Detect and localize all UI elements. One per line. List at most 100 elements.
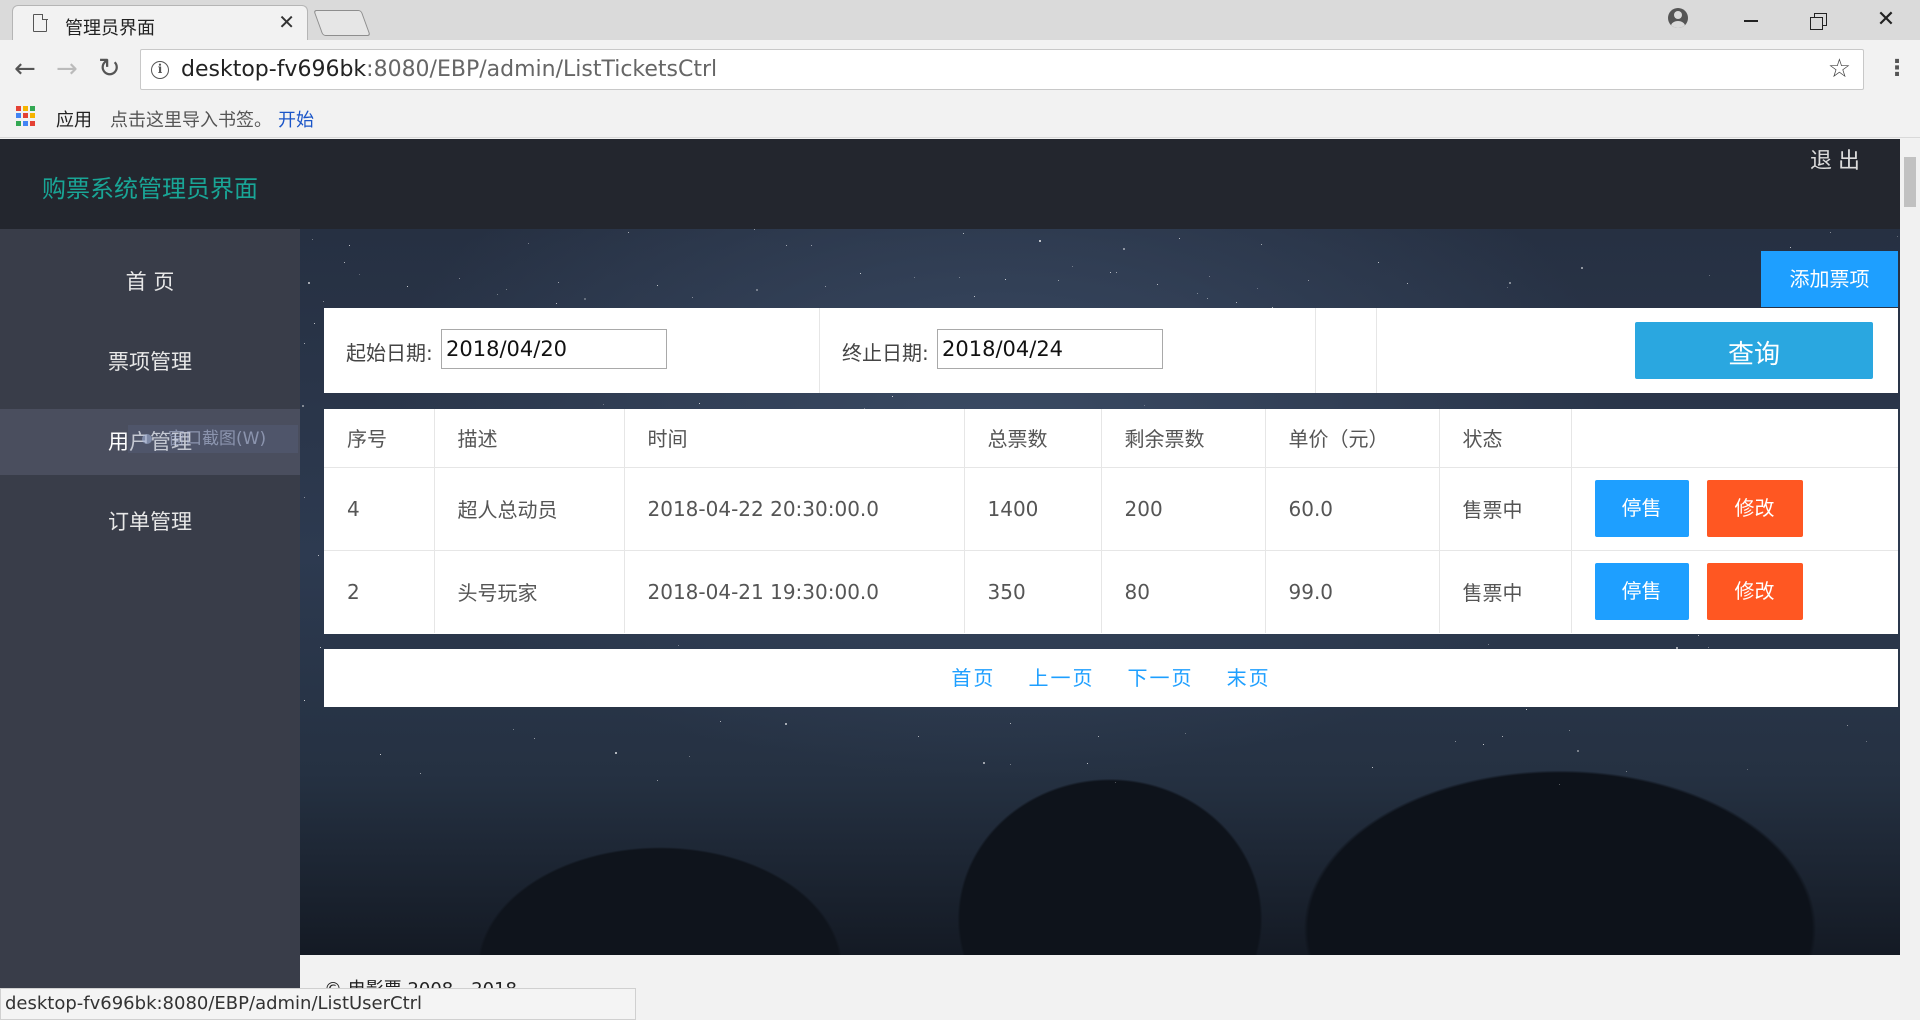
star-dot	[689, 756, 690, 757]
star-dot	[420, 773, 421, 774]
pager-prev[interactable]: 上一页	[1028, 666, 1094, 690]
star-dot	[349, 245, 350, 246]
star-dot	[756, 289, 758, 291]
url-text[interactable]: desktop-fv696bk:8080/EBP/admin/ListTicke…	[181, 57, 717, 82]
new-tab-button[interactable]	[313, 10, 371, 36]
apps-grid-icon[interactable]	[16, 106, 36, 126]
star-dot	[785, 723, 787, 725]
star-dot	[1098, 736, 1099, 737]
star-dot	[811, 245, 812, 246]
browser-tab-strip: 管理员界面 ✕ ✕	[0, 0, 1920, 40]
col-header-remain: 剩余票数	[1101, 409, 1266, 468]
star-dot	[1207, 298, 1208, 299]
menu-dots-icon[interactable]: ⋮	[1886, 54, 1908, 84]
end-date-label: 终止日期:	[842, 341, 929, 365]
browser-tab[interactable]: 管理员界面 ✕	[12, 5, 308, 40]
star-dot	[359, 274, 360, 275]
star-dot	[323, 301, 324, 302]
ghost-menu-label: 窗口截图(W)	[168, 429, 267, 449]
star-dot	[1236, 302, 1237, 303]
star-dot	[603, 404, 604, 405]
cell-time: 2018-04-21 19:30:00.0	[624, 550, 965, 633]
tickets-table: 序号 描述 时间 总票数 剩余票数 单价（元） 状态 4 超人总动员 2018-…	[324, 409, 1898, 633]
start-date-label: 起始日期:	[346, 341, 433, 365]
star-dot	[1569, 730, 1570, 731]
star-dot	[1698, 635, 1699, 636]
query-button[interactable]: 查询	[1635, 322, 1873, 379]
tab-close-icon[interactable]: ✕	[278, 10, 295, 34]
star-dot	[1010, 723, 1011, 724]
star-dot	[1197, 293, 1198, 294]
star-dot	[1039, 240, 1041, 242]
star-dot	[1483, 744, 1484, 745]
star-icon[interactable]: ☆	[1828, 54, 1851, 84]
page-header: 购票系统管理员界面 退出	[0, 139, 1920, 229]
star-dot	[497, 294, 498, 295]
col-header-time: 时间	[624, 409, 965, 468]
star-dot	[974, 296, 975, 297]
star-dot	[892, 396, 893, 397]
pagination: 首页 上一页 下一页 末页	[324, 649, 1898, 707]
bookmark-apps[interactable]: 应用	[56, 106, 92, 132]
divider	[1315, 308, 1316, 393]
star-dot	[380, 754, 381, 755]
cell-id: 4	[324, 467, 435, 551]
pager-next[interactable]: 下一页	[1128, 666, 1194, 690]
star-dot	[1507, 287, 1508, 288]
edit-button[interactable]: 修改	[1706, 480, 1803, 537]
reload-icon[interactable]: ↻	[98, 54, 121, 84]
star-dot	[1257, 288, 1258, 289]
stop-sale-button[interactable]: 停售	[1594, 563, 1689, 621]
bookmark-start-link[interactable]: 开始	[278, 106, 314, 132]
star-dot	[1866, 741, 1867, 742]
info-icon[interactable]: i	[151, 61, 169, 79]
star-dot	[1157, 284, 1158, 285]
pager-first[interactable]: 首页	[951, 666, 995, 690]
star-dot	[1577, 750, 1579, 752]
star-dot	[304, 343, 305, 344]
cell-price: 60.0	[1265, 467, 1440, 551]
address-bar[interactable]: i desktop-fv696bk:8080/EBP/admin/ListTic…	[140, 49, 1864, 90]
star-dot	[320, 647, 321, 648]
add-ticket-button[interactable]: 添加票项	[1761, 251, 1898, 307]
pager-last[interactable]: 末页	[1227, 666, 1271, 690]
window-restore-button[interactable]	[1786, 0, 1846, 40]
star-dot	[692, 297, 693, 298]
star-dot	[1455, 741, 1456, 742]
logout-link[interactable]: 退出	[1810, 143, 1866, 175]
table-header-row: 序号 描述 时间 总票数 剩余票数 单价（元） 状态	[324, 409, 1898, 468]
star-dot	[615, 752, 617, 754]
star-dot	[534, 738, 535, 739]
cell-total: 350	[964, 550, 1102, 633]
window-close-button[interactable]: ✕	[1856, 0, 1916, 40]
star-dot	[1115, 782, 1116, 783]
star-dot	[1830, 232, 1831, 233]
profile-icon[interactable]	[1668, 8, 1688, 28]
star-dot	[1005, 279, 1006, 280]
sidebar-item-home[interactable]: 首 页	[0, 249, 300, 315]
star-dot	[513, 729, 514, 730]
vertical-scrollbar[interactable]	[1900, 139, 1920, 1020]
admin-page: 购票系统管理员界面 退出 首 页 票项管理 用户管理 订单管理 窗口截图(W) …	[0, 139, 1920, 1020]
stop-sale-button[interactable]: 停售	[1594, 480, 1689, 537]
edit-button[interactable]: 修改	[1706, 563, 1803, 621]
col-header-status: 状态	[1439, 409, 1572, 468]
start-date-input[interactable]	[441, 329, 667, 369]
star-dot	[1308, 280, 1309, 281]
star-dot	[1072, 266, 1073, 267]
sidebar-item-tickets[interactable]: 票项管理	[0, 329, 300, 395]
star-dot	[528, 243, 529, 244]
star-dot	[1407, 283, 1408, 284]
end-date-input[interactable]	[937, 329, 1163, 369]
forward-arrow-icon[interactable]: →	[56, 54, 78, 84]
divider	[1376, 308, 1377, 393]
star-dot	[678, 645, 679, 646]
sidebar-item-orders[interactable]: 订单管理	[0, 489, 300, 555]
star-dot	[963, 233, 964, 234]
star-dot	[1747, 769, 1748, 770]
window-minimize-button[interactable]	[1720, 0, 1780, 40]
bookmark-import-hint: 点击这里导入书签。	[110, 110, 272, 131]
scrollbar-thumb[interactable]	[1904, 157, 1916, 207]
star-dot	[860, 273, 861, 274]
back-arrow-icon[interactable]: ←	[14, 54, 36, 84]
